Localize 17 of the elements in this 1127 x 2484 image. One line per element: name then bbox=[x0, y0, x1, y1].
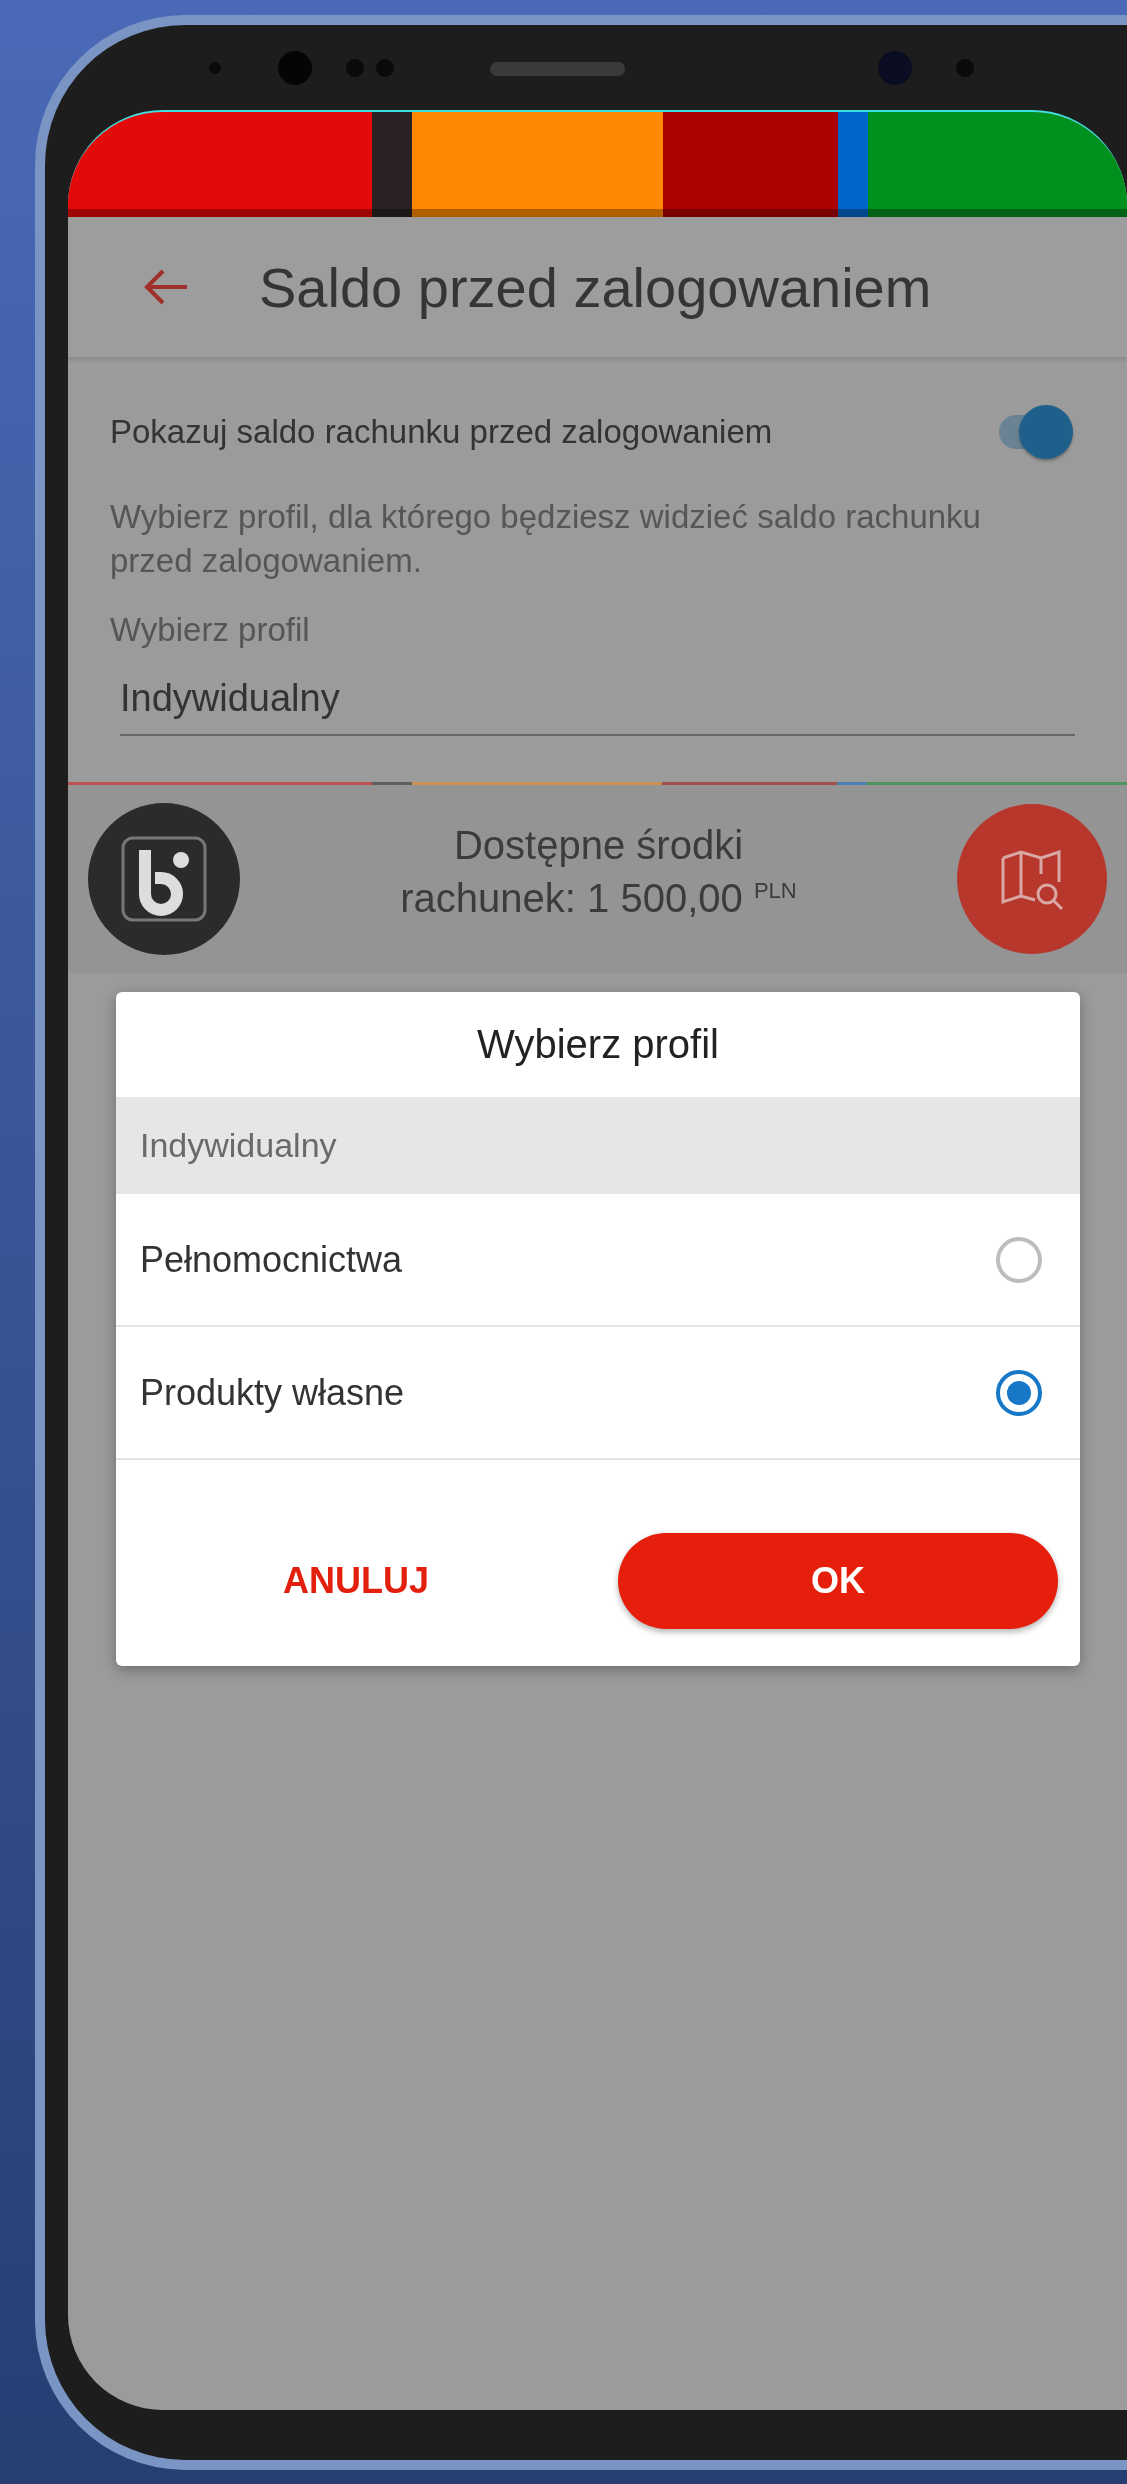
back-arrow-icon[interactable] bbox=[143, 267, 189, 307]
group-header: Indywidualny bbox=[116, 1097, 1080, 1194]
profile-select-field[interactable]: Indywidualny bbox=[120, 669, 1075, 736]
balance-amount: rachunek: 1 500,00 $^{PLN}$ bbox=[400, 876, 797, 921]
radio-button[interactable] bbox=[996, 1236, 1042, 1283]
radio-button[interactable] bbox=[996, 1369, 1042, 1416]
dialog-title: Wybierz profil bbox=[476, 1021, 720, 1068]
profile-option[interactable]: Pełnomocnictwa bbox=[116, 1194, 1080, 1327]
cancel-button[interactable]: ANULUJ bbox=[196, 1533, 516, 1629]
profile-option[interactable]: Produkty własne bbox=[116, 1327, 1080, 1460]
screen-title: Saldo przed zalogowaniem bbox=[259, 254, 932, 320]
field-label: Wybierz profil bbox=[110, 611, 311, 649]
description-text: Wybierz profil, dla którego będziesz widzieć saldo rachunku przed zalogowaniem. bbox=[110, 497, 982, 581]
letter-b-icon bbox=[119, 834, 209, 924]
toggle-label: Pokazuj saldo rachunku przed zalogowaniem bbox=[110, 413, 773, 451]
balance-title: Dostępne środki bbox=[453, 823, 743, 868]
ok-button[interactable]: OK bbox=[618, 1533, 1058, 1629]
